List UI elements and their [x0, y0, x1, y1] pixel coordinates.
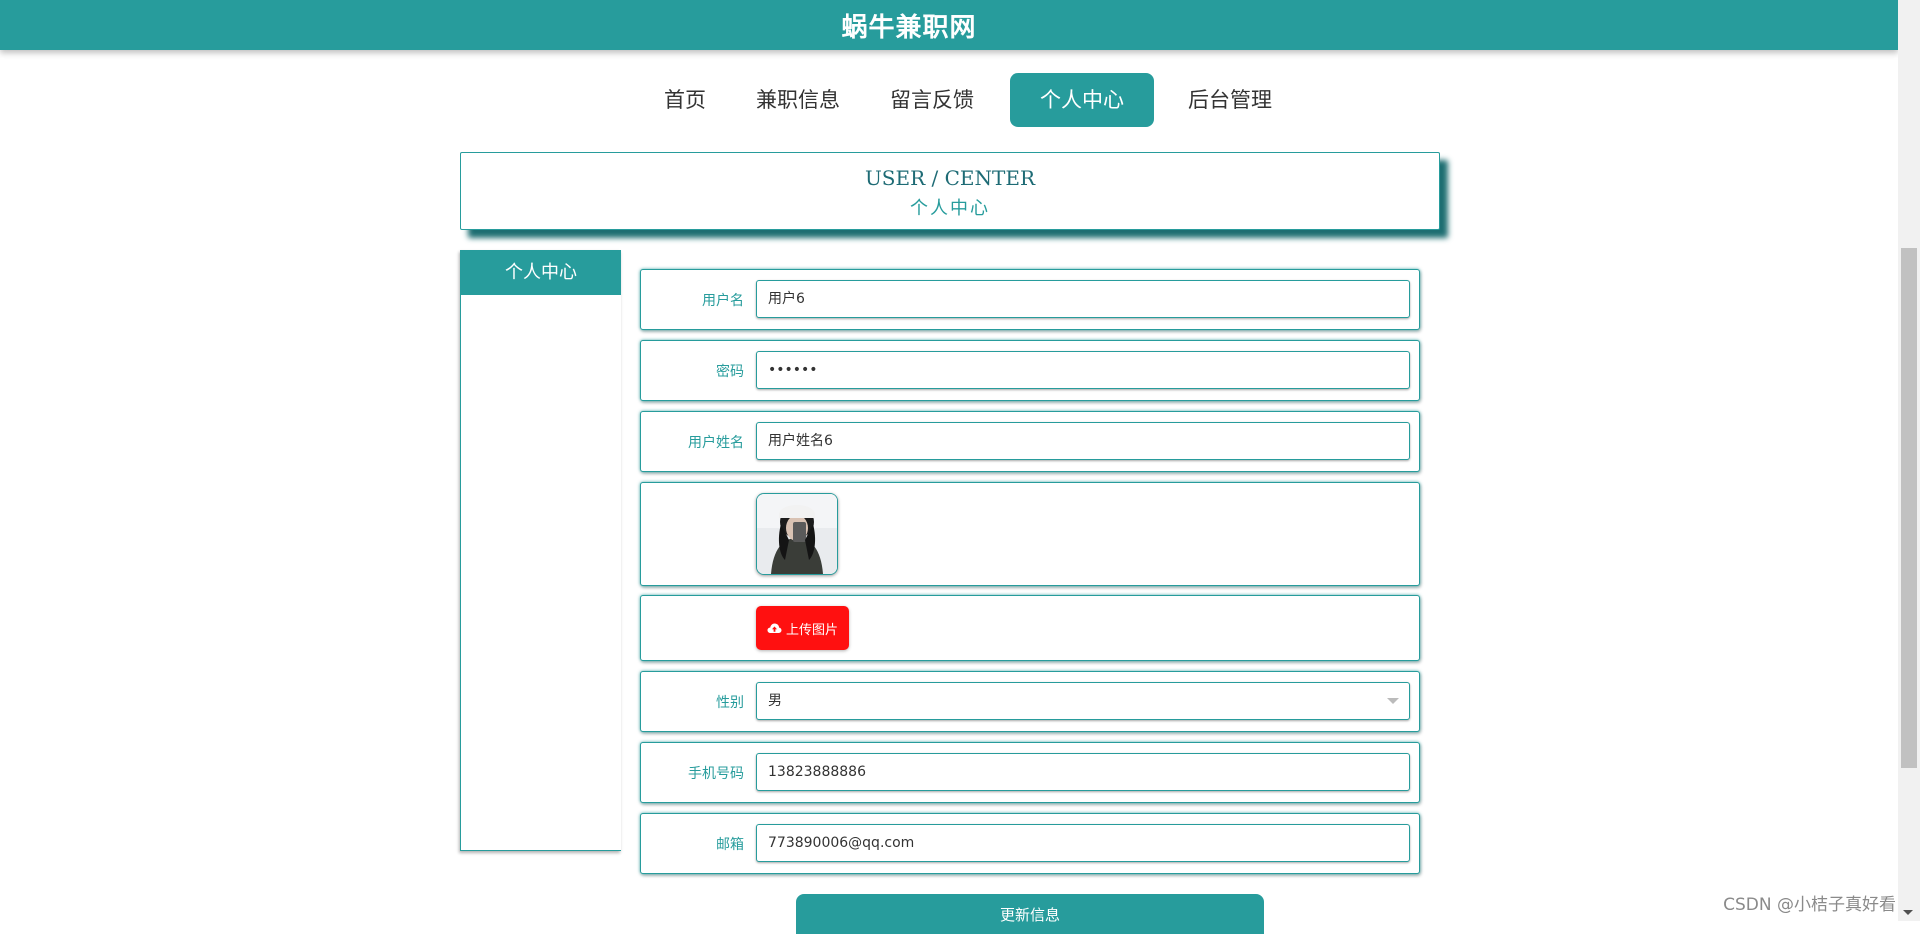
cloud-upload-icon [767, 623, 782, 633]
gender-select[interactable]: 男 [756, 682, 1410, 720]
gender-row: 性别 男 [640, 671, 1420, 732]
realname-row: 用户姓名 用户姓名6 [640, 411, 1420, 472]
realname-label: 用户姓名 [688, 434, 744, 451]
password-label: 密码 [716, 363, 744, 380]
main-nav: 首页 兼职信息 留言反馈 个人中心 后台管理 [640, 73, 1298, 127]
nav-item-admin[interactable]: 后台管理 [1164, 73, 1296, 127]
avatar-photo [757, 494, 837, 574]
top-header-bar: 蜗牛兼职网 [0, 0, 1898, 50]
gender-selected-value: 男 [768, 693, 782, 709]
update-info-button[interactable]: 更新信息 [796, 894, 1264, 934]
avatar[interactable] [756, 493, 838, 575]
phone-label: 手机号码 [688, 765, 744, 782]
sidebar-item-user-center[interactable]: 个人中心 [461, 250, 621, 295]
username-row: 用户名 用户6 [640, 269, 1420, 330]
password-row: 密码 •••••• [640, 340, 1420, 401]
upload-row: 上传图片 [640, 595, 1420, 661]
scroll-down-icon[interactable] [1903, 910, 1913, 915]
csdn-watermark: CSDN @小桔子真好看 [1723, 895, 1896, 915]
nav-item-user-center[interactable]: 个人中心 [1010, 73, 1154, 127]
upload-image-label: 上传图片 [785, 622, 838, 638]
phone-input[interactable]: 13823888886 [756, 753, 1410, 791]
scrollbar-thumb[interactable] [1901, 248, 1917, 768]
section-banner: USER / CENTER 个人中心 [460, 152, 1440, 230]
gender-label: 性别 [716, 694, 744, 711]
banner-title-cn: 个人中心 [910, 198, 990, 219]
sidebar: 个人中心 [460, 250, 621, 851]
realname-input[interactable]: 用户姓名6 [756, 422, 1410, 460]
nav-item-jobs[interactable]: 兼职信息 [732, 73, 864, 127]
username-label: 用户名 [702, 292, 744, 309]
email-label: 邮箱 [716, 836, 744, 853]
avatar-row [640, 482, 1420, 586]
nav-item-feedback[interactable]: 留言反馈 [866, 73, 998, 127]
email-row: 邮箱 773890006@qq.com [640, 813, 1420, 874]
password-input[interactable]: •••••• [756, 351, 1410, 389]
chevron-down-icon [1387, 698, 1399, 704]
upload-image-button[interactable]: 上传图片 [756, 606, 849, 650]
banner-title-en: USER / CENTER [864, 166, 1036, 190]
phone-row: 手机号码 13823888886 [640, 742, 1420, 803]
nav-item-home[interactable]: 首页 [640, 73, 730, 127]
site-title: 蜗牛兼职网 [841, 12, 977, 43]
email-input[interactable]: 773890006@qq.com [756, 824, 1410, 862]
username-input[interactable]: 用户6 [756, 280, 1410, 318]
